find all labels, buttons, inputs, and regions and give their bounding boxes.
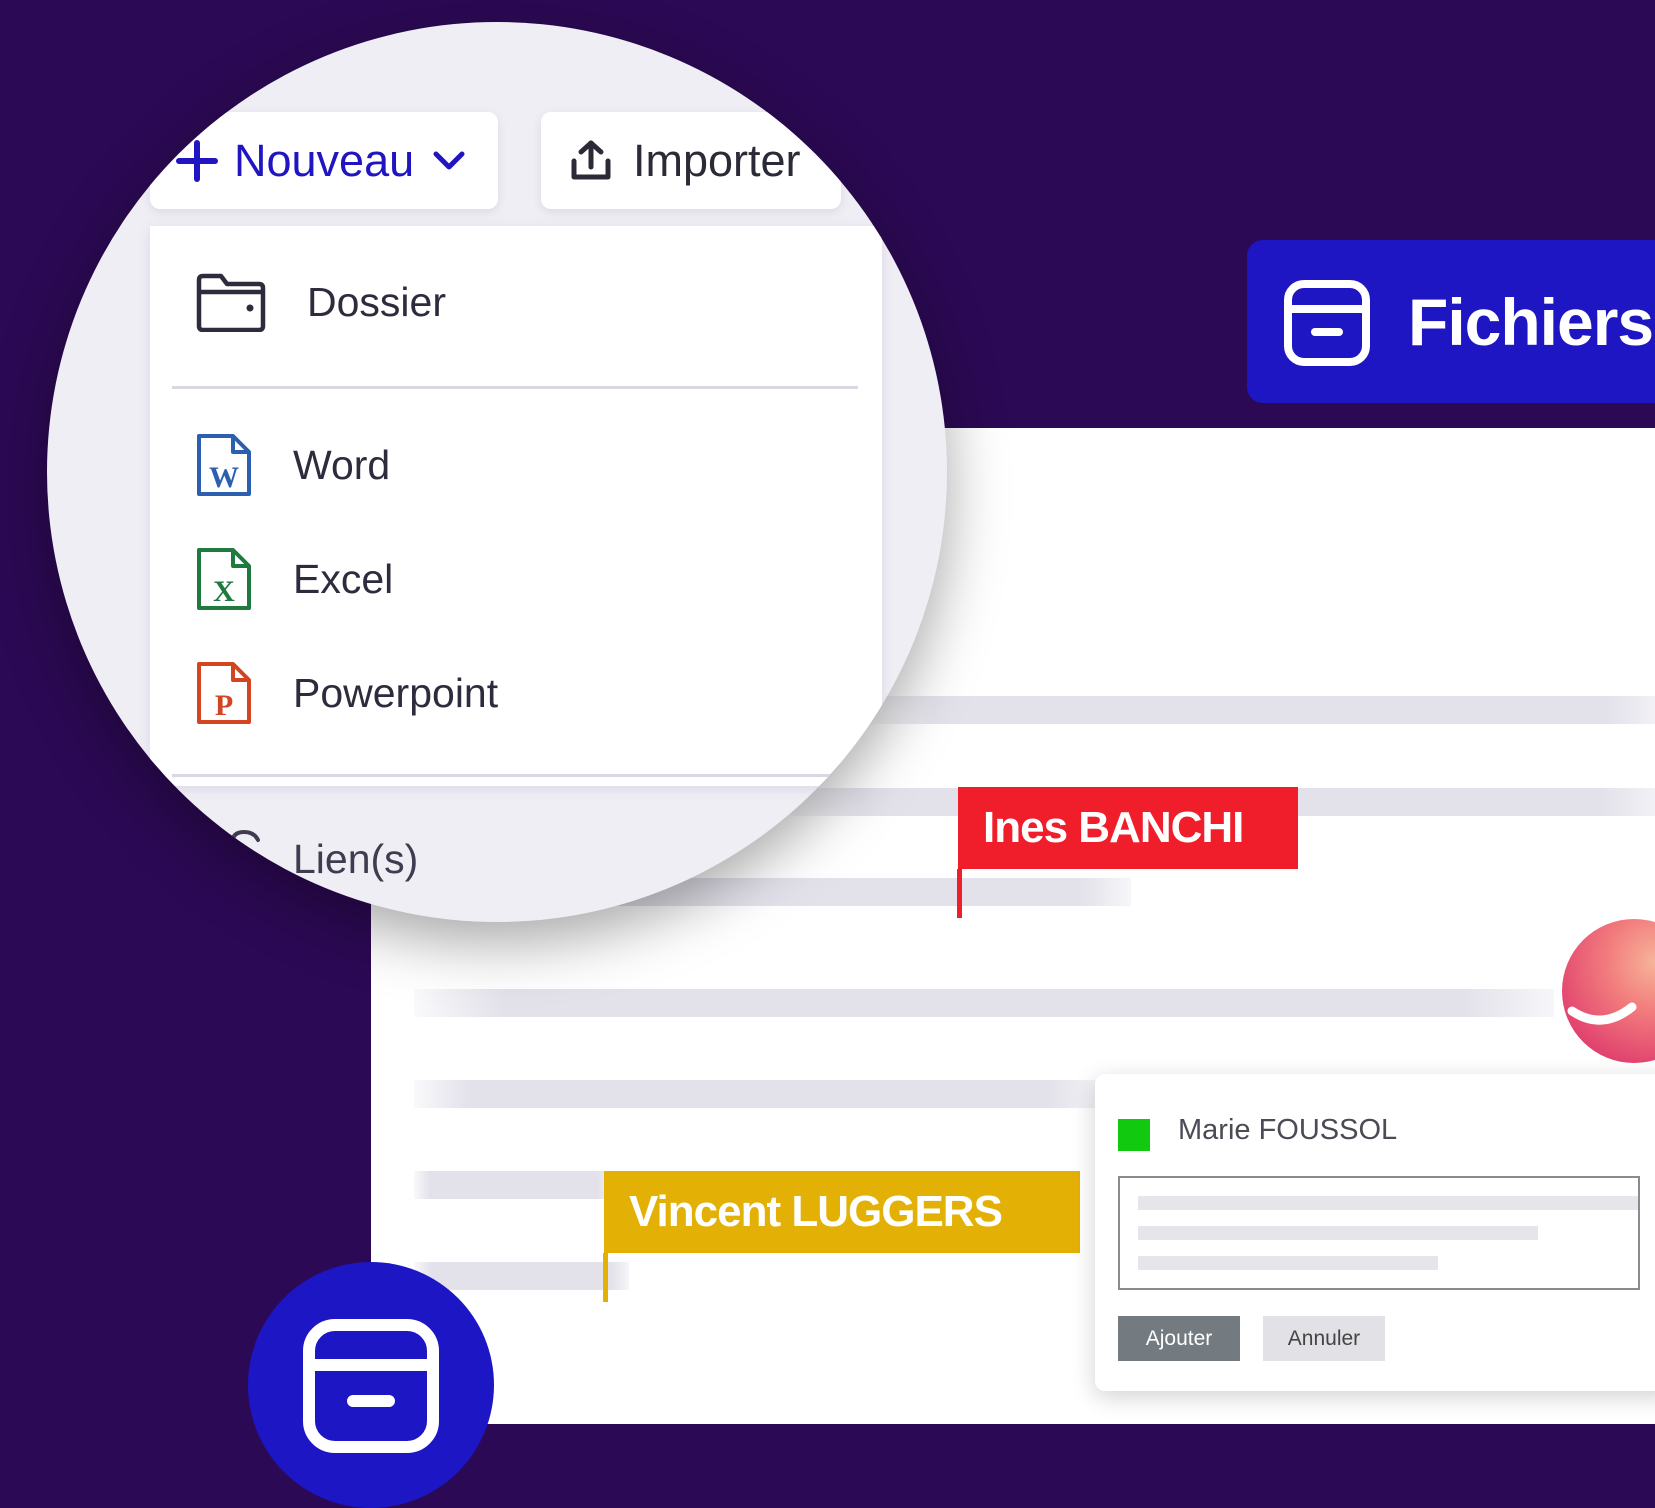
files-app-button[interactable]	[248, 1262, 494, 1508]
comment-author: Marie FOUSSOL	[1178, 1114, 1398, 1146]
menu-divider	[172, 386, 858, 389]
archive-icon	[303, 1319, 439, 1453]
menu-item-powerpoint[interactable]: P Powerpoint	[195, 660, 498, 726]
new-button[interactable]: Nouveau	[150, 112, 498, 209]
avatar[interactable]	[1562, 919, 1655, 1063]
menu-item-links[interactable]: Lien(s)	[293, 836, 418, 883]
powerpoint-file-icon: P	[197, 662, 251, 724]
text-line	[414, 989, 1554, 1017]
add-button[interactable]: Ajouter	[1118, 1316, 1240, 1361]
text-line	[414, 1171, 614, 1199]
menu-item-word[interactable]: W Word	[195, 432, 390, 498]
collaborator-tag-ines: Ines BANCHI	[958, 787, 1298, 869]
collaborator-caret-ines	[957, 869, 962, 918]
menu-divider	[172, 774, 858, 777]
text-line	[414, 1080, 1104, 1108]
menu-item-label: Dossier	[307, 278, 446, 325]
svg-text:W: W	[209, 461, 239, 494]
collaborator-caret-vincent	[603, 1253, 608, 1302]
comment-input[interactable]	[1118, 1176, 1640, 1290]
menu-item-label: Word	[293, 441, 391, 488]
comment-panel: Marie FOUSSOL Ajouter Annuler	[1095, 1074, 1655, 1391]
files-badge[interactable]: Fichiers	[1247, 240, 1655, 403]
word-file-icon: W	[197, 434, 251, 496]
upload-icon	[571, 140, 611, 179]
folder-icon	[196, 273, 266, 332]
excel-file-icon: X	[197, 548, 251, 610]
import-button-label: Importer	[633, 134, 801, 186]
menu-item-folder[interactable]: Dossier	[195, 272, 446, 332]
svg-text:P: P	[215, 689, 233, 722]
import-button[interactable]: Importer	[541, 112, 841, 209]
cancel-button[interactable]: Annuler	[1263, 1316, 1385, 1361]
text-line	[871, 696, 1655, 724]
archive-icon	[1284, 279, 1370, 366]
text-line	[414, 1262, 629, 1290]
svg-text:X: X	[213, 575, 235, 608]
new-button-label: Nouveau	[234, 134, 415, 186]
new-menu: Dossier W Word X Excel P Powerpoint	[150, 226, 882, 786]
link-icon	[228, 828, 264, 853]
files-badge-title: Fichiers	[1408, 284, 1654, 359]
collaborator-tag-vincent: Vincent LUGGERS	[604, 1171, 1080, 1253]
menu-item-excel[interactable]: X Excel	[195, 546, 393, 612]
avatar-smile-icon	[1567, 1002, 1637, 1025]
menu-item-label: Excel	[293, 555, 394, 602]
chevron-down-icon	[433, 151, 465, 169]
status-indicator	[1118, 1119, 1150, 1151]
plus-icon	[176, 139, 218, 182]
magnified-view: Nouveau Importer Dossier W Word X Excel …	[47, 22, 947, 922]
menu-item-label: Powerpoint	[293, 669, 499, 716]
